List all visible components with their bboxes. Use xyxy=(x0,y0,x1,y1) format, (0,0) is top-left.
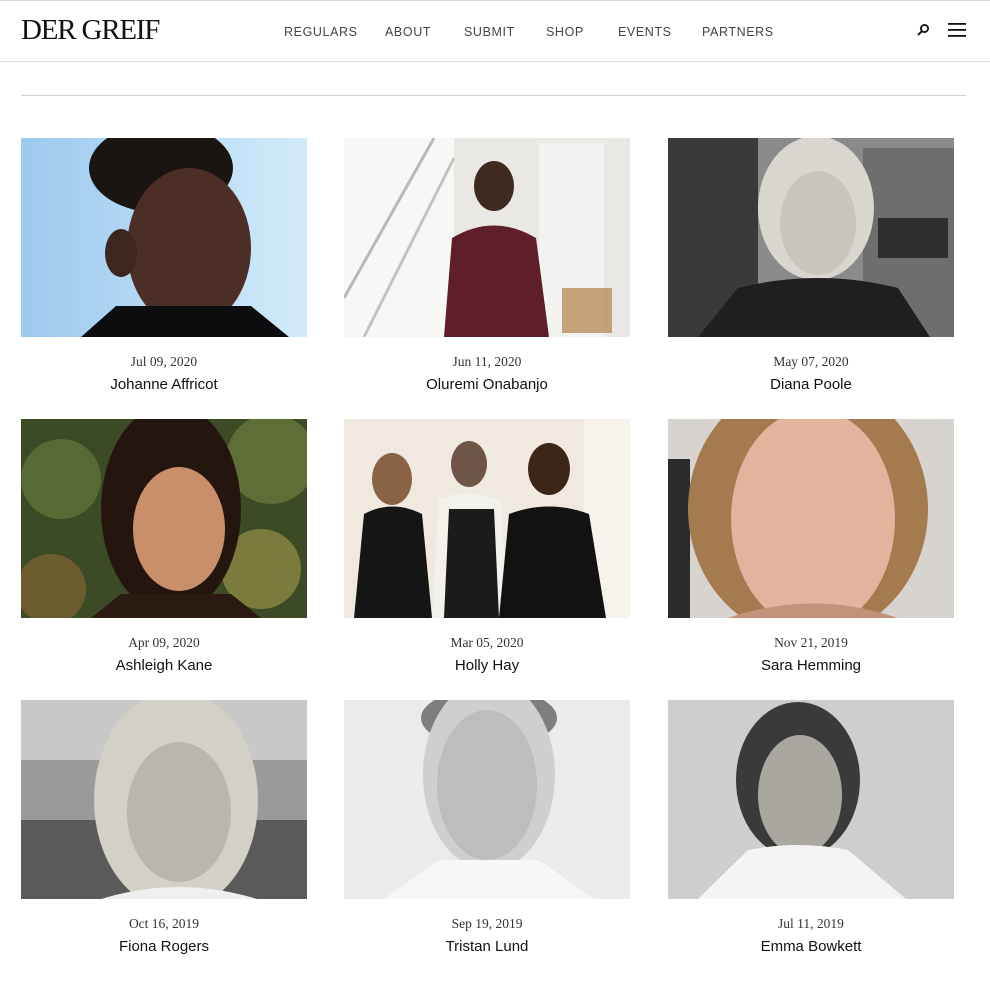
profile-photo[interactable] xyxy=(21,700,307,899)
profile-photo[interactable] xyxy=(668,700,954,899)
profile-photo[interactable] xyxy=(668,419,954,618)
search-icon[interactable] xyxy=(914,21,932,39)
post-date: Oct 16, 2019 xyxy=(128,916,200,931)
author-name[interactable]: Tristan Lund xyxy=(344,937,630,956)
content-divider xyxy=(21,95,966,96)
profile-card[interactable]: Oct 16, 2019 Fiona Rogers xyxy=(21,700,307,956)
post-date: Nov 21, 2019 xyxy=(774,635,848,650)
profile-photo[interactable] xyxy=(668,138,954,337)
post-date: Jul 09, 2020 xyxy=(130,354,198,369)
profile-card[interactable]: Jun 11, 2020 Oluremi Onabanjo xyxy=(344,138,630,394)
post-date: May 07, 2020 xyxy=(773,354,849,369)
post-date: Mar 05, 2020 xyxy=(450,635,524,650)
author-name[interactable]: Sara Hemming xyxy=(668,656,954,675)
post-date: Apr 09, 2020 xyxy=(128,635,200,650)
author-name[interactable]: Johanne Affricot xyxy=(21,375,307,394)
author-name[interactable]: Ashleigh Kane xyxy=(21,656,307,675)
author-name[interactable]: Emma Bowkett xyxy=(668,937,954,956)
post-date: Sep 19, 2019 xyxy=(451,916,523,931)
profile-card[interactable]: Sep 19, 2019 Tristan Lund xyxy=(344,700,630,956)
profile-card[interactable]: Nov 21, 2019 Sara Hemming xyxy=(668,419,954,675)
author-name[interactable]: Holly Hay xyxy=(344,656,630,675)
author-name[interactable]: Diana Poole xyxy=(668,375,954,394)
profile-photo[interactable] xyxy=(21,419,307,618)
nav-events[interactable]: EVENTS xyxy=(618,24,672,40)
author-name[interactable]: Fiona Rogers xyxy=(21,937,307,956)
profile-card[interactable]: Mar 05, 2020 Holly Hay xyxy=(344,419,630,675)
profile-card[interactable]: May 07, 2020 Diana Poole xyxy=(668,138,954,394)
nav-about[interactable]: ABOUT xyxy=(385,24,431,40)
site-header: DER GREIF REGULARS ABOUT SUBMIT SHOP EVE… xyxy=(0,0,990,62)
nav-partners[interactable]: PARTNERS xyxy=(702,24,774,40)
nav-regulars[interactable]: REGULARS xyxy=(284,24,358,40)
profile-card[interactable]: Apr 09, 2020 Ashleigh Kane xyxy=(21,419,307,675)
profile-card[interactable]: Jul 11, 2019 Emma Bowkett xyxy=(668,700,954,956)
profile-photo[interactable] xyxy=(344,419,630,618)
hamburger-menu-icon[interactable] xyxy=(946,21,968,39)
nav-submit[interactable]: SUBMIT xyxy=(464,24,515,40)
profile-photo[interactable] xyxy=(344,700,630,899)
author-name[interactable]: Oluremi Onabanjo xyxy=(344,375,630,394)
post-date: Jul 11, 2019 xyxy=(778,916,844,931)
main-nav: REGULARS ABOUT SUBMIT SHOP EVENTS PARTNE… xyxy=(0,24,990,40)
post-date: Jun 11, 2020 xyxy=(452,354,522,369)
nav-shop[interactable]: SHOP xyxy=(546,24,584,40)
profile-card[interactable]: Jul 09, 2020 Johanne Affricot xyxy=(21,138,307,394)
profile-photo[interactable] xyxy=(21,138,307,337)
profile-photo[interactable] xyxy=(344,138,630,337)
